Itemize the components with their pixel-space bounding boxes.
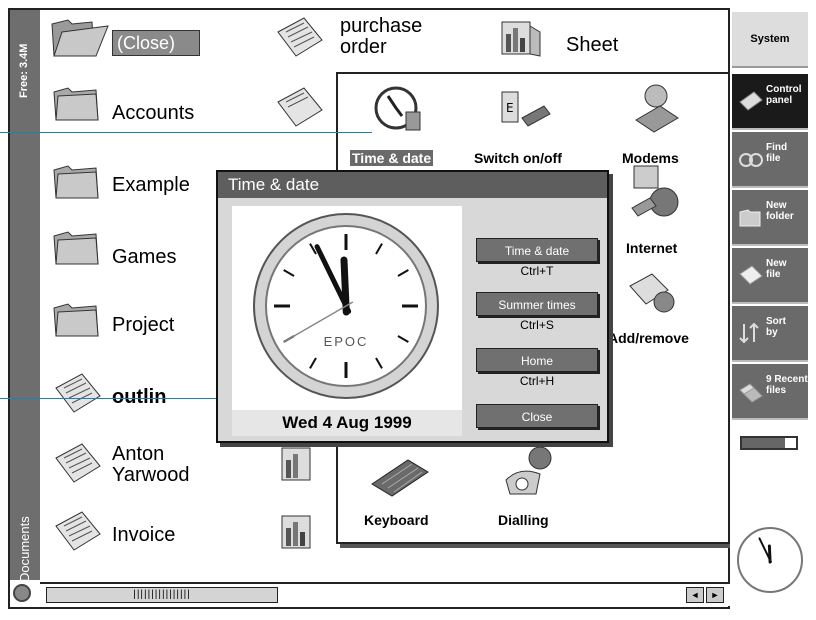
close-folder-button[interactable]: (Close) [112,30,200,56]
control-panel-icon [739,91,763,111]
analog-clock: EPOC [253,213,439,399]
date-display: Wed 4 Aug 1999 [232,410,462,436]
recent-files-icon [739,383,763,403]
telephone-icon [505,446,552,495]
spreadsheet-icon [501,21,541,57]
summer-times-button[interactable]: Summer times [476,292,598,316]
horizontal-scroll-thumb[interactable]: |||||||||||||||| [46,587,278,603]
home-button[interactable]: Home [476,348,598,372]
command-sidebar: System Control panel Find file New folde… [730,8,808,611]
spreadsheet-icon[interactable] [274,508,326,554]
sort-by-button[interactable]: Sort by [732,306,808,362]
modem-icon [635,84,679,133]
callout-line [0,398,248,399]
folder-icon [53,303,99,337]
word-document-icon [55,443,101,483]
folder-name-label: Documents [17,516,32,582]
new-file-icon [739,265,763,285]
binoculars-icon [739,153,763,167]
spreadsheet-icon[interactable] [274,440,326,486]
folder-icon [53,231,99,265]
close-button[interactable]: Close [476,404,598,428]
time-date-button[interactable]: Time & date [476,238,598,262]
callout-line [0,132,372,133]
cp-item-label: Dialling [498,512,549,528]
close-folder-label: (Close) [117,33,176,53]
cp-item-label: Add/remove [608,330,689,346]
cp-item-label: Switch on/off [474,150,562,166]
globe-computer-icon [631,165,679,217]
time-date-dialog: Time & date EPOC Wed 4 Aug 1999 Time & d… [216,170,609,443]
clock-brand-label: EPOC [324,334,369,349]
shortcut-label: Ctrl+T [520,264,554,278]
folder-label: Accounts [112,102,195,124]
find-file-button[interactable]: Find file [732,132,808,188]
power-switch-icon: E [501,91,551,127]
doc-label: purchase order [340,15,423,58]
home-icon[interactable] [13,584,31,602]
word-document-icon [55,373,101,413]
folder-label: Games [112,246,177,268]
svg-text:E: E [506,101,514,115]
add-remove-icon [629,273,675,313]
system-label: System [750,33,790,45]
cp-item-label: Keyboard [364,512,429,528]
cp-item-label: Time & date [350,150,434,166]
left-status-bar: Free: 3.4M Documents [10,10,40,582]
sidebar-label: Control panel [766,84,802,106]
control-panel-button[interactable]: Control panel [732,74,808,130]
doc-label: Sheet [566,34,619,56]
sort-icon [739,322,759,344]
sidebar-label: New file [766,258,787,280]
doc-label: Anton Yarwood [112,443,190,486]
mini-clock-icon[interactable] [734,524,806,596]
battery-indicator [740,436,798,450]
sidebar-label: 9 Recent files [766,374,808,396]
recent-files-button[interactable]: 9 Recent files [732,364,808,420]
folder-label: Project [112,314,175,336]
open-folder-icon[interactable] [48,14,110,60]
dialog-title[interactable]: Time & date [218,172,607,198]
keyboard-icon [371,459,429,497]
scroll-right-button[interactable]: ► [706,587,724,603]
scroll-left-button[interactable]: ◄ [686,587,704,603]
system-button[interactable]: System [732,12,808,68]
sidebar-label: Sort by [766,316,786,338]
sidebar-label: New folder [766,200,794,222]
doc-label: outlin [112,386,167,408]
new-file-button[interactable]: New file [732,248,808,304]
doc-label: Invoice [112,524,176,546]
word-document-icon [277,17,323,57]
folder-icon [739,209,761,227]
cp-item-label: Internet [626,240,678,256]
battery-fill [742,438,786,448]
sidebar-label: Find file [766,142,788,164]
analog-clock-panel: EPOC [232,206,462,434]
folder-label: Example [112,174,190,196]
bottom-scroll-bar: |||||||||||||||| ◄ ► [40,582,730,606]
word-document-icon [55,511,101,551]
shortcut-label: Ctrl+S [520,318,554,332]
clock-icon [374,86,421,131]
new-folder-button[interactable]: New folder [732,190,808,246]
shortcut-label: Ctrl+H [519,374,555,388]
folder-icon [53,87,99,121]
word-document-icon[interactable] [274,84,326,130]
free-memory-label: Free: 3.4M [18,43,30,98]
folder-icon [53,165,99,199]
